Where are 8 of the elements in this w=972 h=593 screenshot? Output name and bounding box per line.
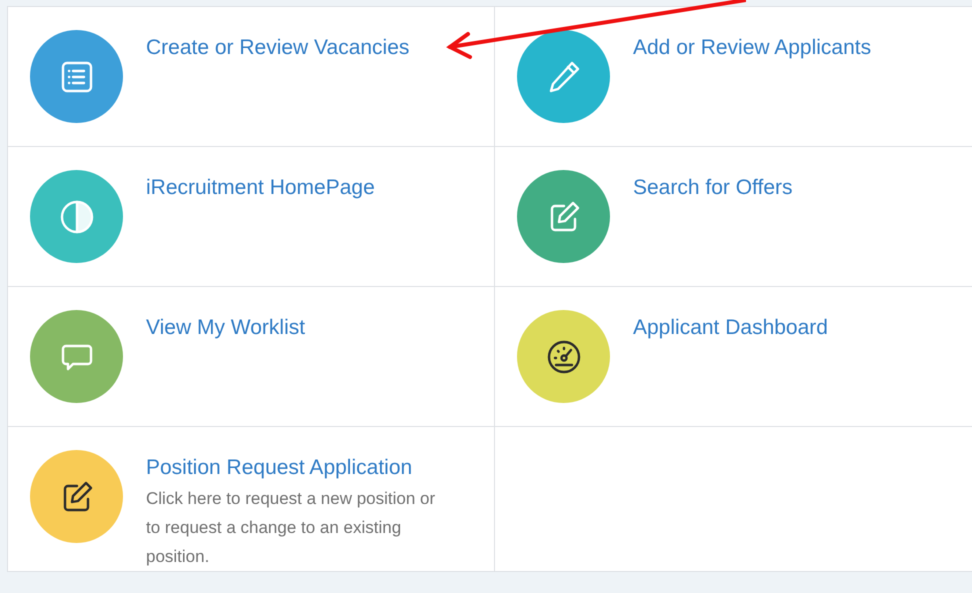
tile-link[interactable]: Create or Review Vacancies bbox=[146, 35, 410, 61]
tile-description: Click here to request a new position or to request a change to an existing position. bbox=[146, 488, 436, 568]
tile-link[interactable]: iRecruitment HomePage bbox=[146, 175, 375, 201]
tile-link[interactable]: Position Request Application bbox=[146, 455, 412, 481]
tile-link[interactable]: View My Worklist bbox=[146, 315, 306, 341]
tile-link[interactable]: Add or Review Applicants bbox=[633, 35, 872, 61]
tile-link[interactable]: Applicant Dashboard bbox=[633, 315, 828, 341]
tile-link[interactable]: Search for Offers bbox=[633, 175, 793, 201]
